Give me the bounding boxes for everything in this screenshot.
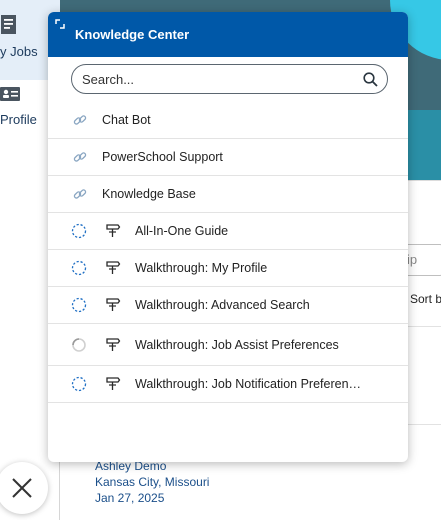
knowledge-center-list: Chat Bot PowerSchool Support Knowledge B… <box>48 102 408 403</box>
signpost-icon <box>106 337 121 351</box>
list-item-walkthrough[interactable]: Walkthrough: Advanced Search <box>48 287 408 324</box>
signpost-icon <box>106 377 121 390</box>
knowledge-center-title: Knowledge Center <box>75 27 190 42</box>
progress-ring-icon <box>71 260 87 276</box>
list-item-label: Walkthrough: Job Notification Preferen… <box>135 377 362 391</box>
close-icon <box>12 478 32 498</box>
knowledge-center-header: Knowledge Center <box>48 12 408 57</box>
id-card-icon <box>0 87 20 101</box>
progress-ring-icon <box>71 297 87 313</box>
list-item-walkthrough[interactable]: All-In-One Guide <box>48 213 408 250</box>
list-item-powerschool-support[interactable]: PowerSchool Support <box>48 139 408 176</box>
loading-spinner-icon <box>72 337 86 352</box>
link-icon <box>73 152 87 162</box>
link-icon <box>73 115 87 125</box>
list-item-label: Walkthrough: My Profile <box>135 261 268 275</box>
list-item-label: PowerSchool Support <box>102 150 223 164</box>
list-item-chat-bot[interactable]: Chat Bot <box>48 102 408 139</box>
link-icon <box>73 189 87 199</box>
search-box[interactable] <box>71 64 388 94</box>
card-date: Jan 27, 2025 <box>95 491 165 505</box>
signpost-icon <box>106 298 121 311</box>
list-item-label: Chat Bot <box>102 113 151 127</box>
card-location: Kansas City, Missouri <box>95 475 210 489</box>
list-item-walkthrough[interactable]: Walkthrough: Job Assist Preferences <box>48 324 408 366</box>
document-icon <box>1 15 16 34</box>
sort-by-label[interactable]: Sort b <box>410 292 441 306</box>
progress-ring-icon <box>71 376 87 392</box>
progress-ring-icon <box>71 223 87 239</box>
resize-icon[interactable] <box>55 19 65 29</box>
job-card[interactable]: Ashley Demo Kansas City, Missouri Jan 27… <box>95 458 209 506</box>
search-icon[interactable] <box>363 72 378 87</box>
signpost-icon <box>106 224 121 237</box>
list-item-walkthrough[interactable]: Walkthrough: My Profile <box>48 250 408 287</box>
sidebar-item-label: Profile <box>0 112 37 127</box>
knowledge-center-panel: Knowledge Center Chat Bot PowerSchool Su… <box>48 12 408 462</box>
list-item-label: Walkthrough: Job Assist Preferences <box>135 337 339 352</box>
list-item-walkthrough[interactable]: Walkthrough: Job Notification Preferen… <box>48 366 408 403</box>
list-item-label: Knowledge Base <box>102 187 196 201</box>
search-input[interactable] <box>72 65 342 93</box>
list-item-label: Walkthrough: Advanced Search <box>135 298 310 312</box>
list-item-label: All-In-One Guide <box>135 224 229 238</box>
sidebar-item-label: y Jobs <box>0 44 38 59</box>
list-item-knowledge-base[interactable]: Knowledge Base <box>48 176 408 213</box>
signpost-icon <box>106 261 121 274</box>
